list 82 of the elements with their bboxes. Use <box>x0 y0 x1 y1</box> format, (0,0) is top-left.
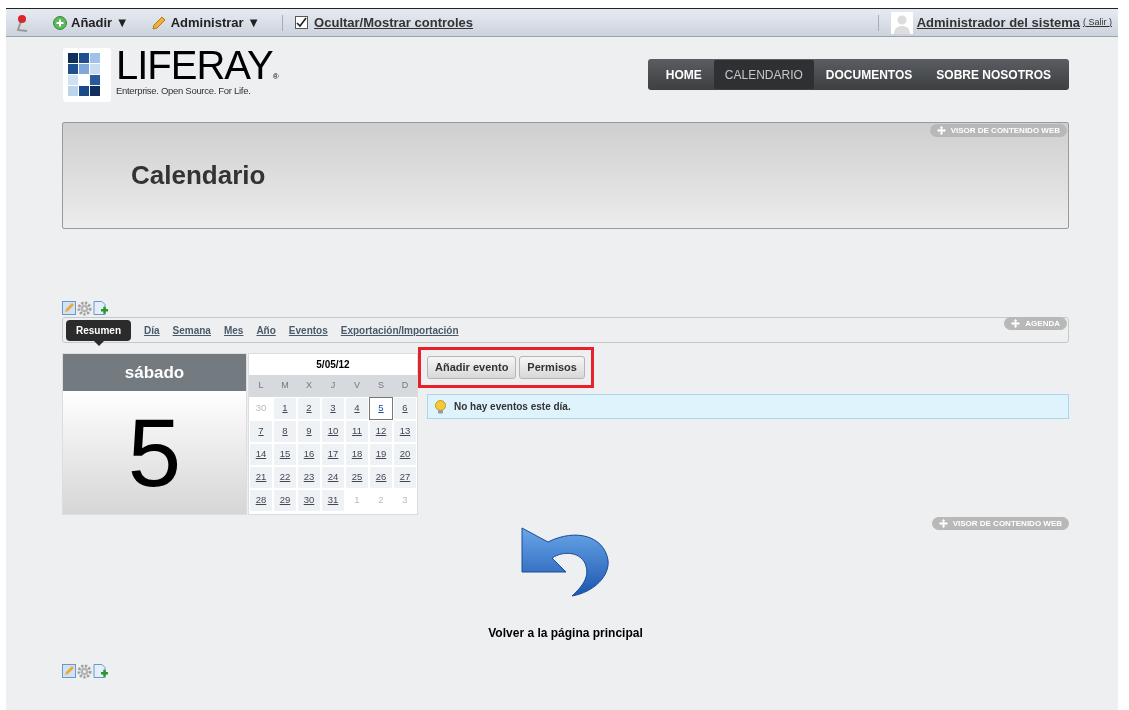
day-cell[interactable]: 20 <box>393 443 417 466</box>
plus-icon <box>53 15 67 30</box>
day-cell[interactable]: 21 <box>249 466 273 489</box>
avatar-icon <box>890 11 913 34</box>
nav-tab[interactable]: HOME <box>653 60 714 89</box>
day-cell[interactable]: 18 <box>345 443 369 466</box>
day-cell[interactable]: 29 <box>273 489 297 512</box>
user-link[interactable]: Administrador del sistema <box>916 12 1080 33</box>
registered-mark: ® <box>272 73 279 81</box>
nav-tab[interactable]: SOBRE NOSOTROS <box>924 60 1063 89</box>
day-cell[interactable]: 16 <box>297 443 321 466</box>
message-text: No hay eventos este día. <box>454 400 571 414</box>
edit-icon <box>62 301 76 315</box>
logo-tagline: Enterprise. Open Source. For Life. <box>116 84 252 98</box>
day-cell[interactable]: 28 <box>249 489 273 512</box>
add-page-icon <box>93 663 108 679</box>
day-cell[interactable]: 8 <box>273 420 297 443</box>
day-cell[interactable]: 14 <box>249 443 273 466</box>
edit-icon <box>62 664 76 678</box>
view-tab[interactable]: Exportación/Importación <box>340 322 459 338</box>
view-tab[interactable]: Semana <box>172 322 211 338</box>
nav-tab[interactable]: DOCUMENTOS <box>813 60 925 89</box>
view-tab[interactable]: Año <box>256 322 276 338</box>
day-cell[interactable]: 4 <box>345 397 369 420</box>
day-cell[interactable]: 26 <box>369 466 393 489</box>
day-cell[interactable]: 6 <box>393 397 417 420</box>
move-icon <box>938 519 948 528</box>
day-name: sábado <box>63 354 246 391</box>
pencil-icon <box>150 14 167 31</box>
day-cell[interactable]: 13 <box>393 420 417 443</box>
weekday-label: S <box>377 379 385 393</box>
menu-button[interactable]: Administrar ▼ <box>150 12 261 33</box>
weekday-label: L <box>257 379 265 393</box>
day-cell[interactable]: 7 <box>249 420 273 443</box>
undo-arrow-icon <box>519 526 612 600</box>
weekday-label: X <box>305 379 313 393</box>
logo-wordmark: LIFERAY <box>116 47 273 83</box>
day-cell[interactable]: 24 <box>321 466 345 489</box>
toggle-link[interactable]: Ocultar/Mostrar controles <box>314 12 474 33</box>
checkbox[interactable] <box>295 16 309 29</box>
add-page-icon <box>93 300 108 316</box>
day-cell[interactable]: 3 <box>321 397 345 420</box>
day-cell[interactable]: 22 <box>273 466 297 489</box>
gear-icon <box>77 663 92 679</box>
day-cell[interactable]: 10 <box>321 420 345 443</box>
weekday-label: J <box>329 379 337 393</box>
action-button[interactable]: Permisos <box>519 356 585 379</box>
day-cell[interactable]: 9 <box>297 420 321 443</box>
day-cell[interactable]: 11 <box>345 420 369 443</box>
move-icon <box>936 126 946 135</box>
lightbulb-icon <box>434 399 447 414</box>
weekday-label: D <box>400 379 410 393</box>
logo-icon <box>62 47 112 103</box>
day-cell[interactable]: 17 <box>321 443 345 466</box>
day-cell[interactable]: 19 <box>369 443 393 466</box>
day-cell[interactable]: 15 <box>273 443 297 466</box>
nav-tab[interactable]: CALENDARIO <box>713 60 814 89</box>
tab-pointer-icon <box>94 340 104 346</box>
view-tab[interactable]: Día <box>144 322 160 338</box>
day-cell[interactable]: 2 <box>297 397 321 420</box>
home-link[interactable]: Volver a la página principal <box>488 624 643 642</box>
view-tab[interactable]: Mes <box>223 322 244 338</box>
day-cell[interactable]: 27 <box>393 466 417 489</box>
day-cell[interactable]: 5 <box>369 397 393 420</box>
gear-icon <box>77 300 92 316</box>
logout-link[interactable]: ( Salir ) <box>1083 15 1112 30</box>
day-cell[interactable]: 23 <box>297 466 321 489</box>
day-cell[interactable]: 25 <box>345 466 369 489</box>
portlet-title: Calendario <box>131 159 266 192</box>
day-number: 5 <box>63 391 246 514</box>
day-cell[interactable]: 12 <box>369 420 393 443</box>
weekday-label: V <box>353 379 361 393</box>
move-icon <box>1011 319 1021 328</box>
day-cell[interactable]: 1 <box>273 397 297 420</box>
weekday-label: M <box>280 379 290 393</box>
action-button[interactable]: Añadir evento <box>427 356 517 379</box>
day-cell[interactable]: 31 <box>321 489 345 512</box>
view-tab[interactable]: Eventos <box>288 322 328 338</box>
view-tab[interactable]: Resumen <box>66 319 131 341</box>
day-cell[interactable]: 30 <box>297 489 321 512</box>
month-title: 5/05/12 <box>315 358 351 372</box>
menu-button[interactable]: Añadir ▼ <box>53 12 129 33</box>
